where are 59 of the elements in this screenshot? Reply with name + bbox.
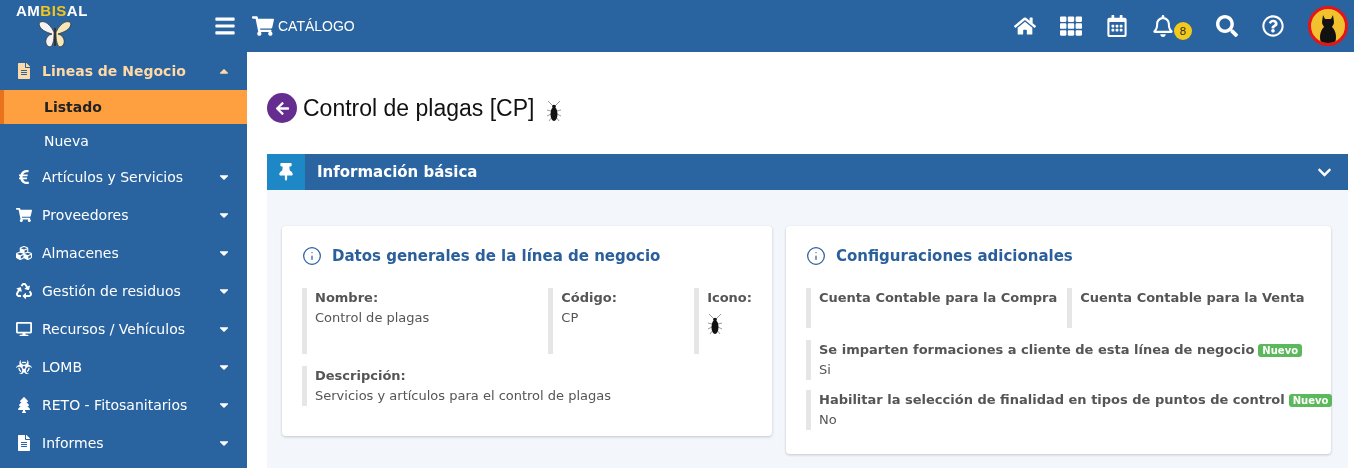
grid-button[interactable] [1060,15,1082,37]
bell-button[interactable] [1152,15,1174,37]
document-icon [16,435,32,451]
sidebar-subitem[interactable]: Listado [0,90,247,124]
cart-icon [16,207,32,223]
search-button[interactable] [1216,15,1238,37]
card-title: Configuraciones adicionales [836,247,1073,265]
field-label: Descripción: [315,367,407,385]
cubes-icon [16,245,32,261]
sidebar-item[interactable]: LOMB [0,348,247,386]
euro-icon [16,169,32,185]
sidebar-item[interactable]: RETO - Fitosanitarios [0,386,247,424]
monitor-icon [16,321,32,337]
recycle-icon [16,283,32,299]
sidebar-item[interactable]: Recursos / Vehículos [0,310,247,348]
document-icon [16,63,32,79]
sidebar-item[interactable]: Gestión de residuos [0,272,247,310]
user-avatar[interactable] [1308,6,1348,46]
field-value: Si [819,361,832,379]
field-label: Código: [561,289,618,307]
field-label: Nombre: [315,289,380,307]
cockroach-icon [707,314,724,336]
panel-title: Información básica [317,163,479,181]
sidebar-item[interactable]: Informes [0,424,247,462]
menu-icon[interactable] [214,15,236,37]
sidebar-item[interactable]: Lineas de Negocio [0,52,247,90]
biohazard-icon [16,359,32,375]
cart-icon [252,15,274,37]
help-button[interactable] [1262,15,1284,37]
home-button[interactable] [1014,15,1036,37]
info-icon [302,246,322,266]
field-value: No [819,411,838,429]
info-icon [806,246,826,266]
card-title: Datos generales de la línea de negocio [332,247,661,265]
sidebar-item[interactable]: Proveedores [0,196,247,234]
sidebar-subitem[interactable]: Nueva [0,124,247,158]
sidebar-item[interactable]: Almacenes [0,234,247,272]
field-value: Servicios y artículos para el control de plagas [315,387,613,405]
new-badge: Nuevo [1258,343,1303,357]
calendar-button[interactable] [1106,15,1128,37]
page-title: Control de plagas [CP] [303,94,535,122]
field-label: Icono: [707,289,752,307]
notification-badge: 8 [1174,22,1192,40]
catalog-link[interactable]: CATÁLOGO [252,15,355,37]
butterfly-logo [38,20,72,48]
logo-text: AMBISAL [16,2,88,20]
new-badge: Nuevo [1288,393,1333,407]
field-label: Cuenta Contable para la Venta [1080,289,1306,307]
field-value: CP [561,309,580,327]
arrow-left-icon [274,100,290,116]
field-label: Se imparten formaciones a cliente de esta línea de negocio [819,342,1255,357]
sidebar-item[interactable]: Artículos y Servicios [0,158,247,196]
field-label: Cuenta Contable para la Compra [819,289,1058,307]
panel-header[interactable]: Información básica [267,154,1348,190]
cockroach-icon [546,101,563,123]
field-label: Habilitar la selección de finalidad en tipos de puntos de control [819,392,1285,407]
back-button[interactable] [267,93,297,123]
tree-icon [16,397,32,413]
field-value: Control de plagas [315,309,431,327]
